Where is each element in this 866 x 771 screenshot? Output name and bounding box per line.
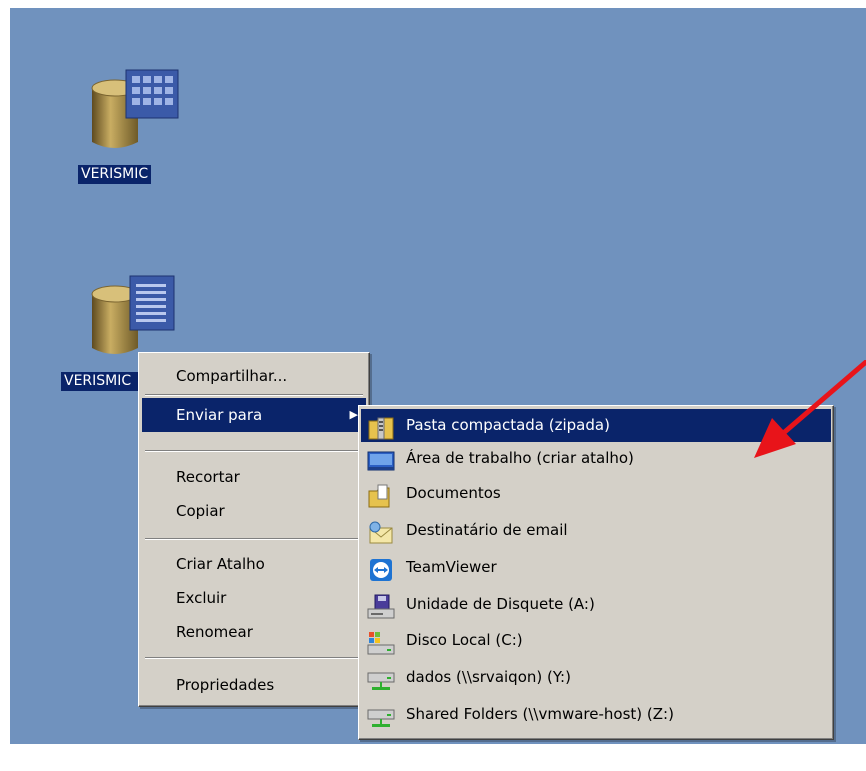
submenu-item-network-drive-z[interactable]: Shared Folders (\\vmware-host) (Z:) — [361, 698, 831, 731]
menu-separator — [145, 450, 363, 452]
network-drive-icon — [367, 709, 395, 727]
menu-separator — [145, 657, 363, 659]
menu-item-renomear[interactable]: Renomear — [176, 617, 366, 647]
submenu-item-label: Unidade de Disquete (A:) — [406, 595, 595, 613]
submenu-item-label: Documentos — [406, 484, 501, 502]
menu-item-propriedades[interactable]: Propriedades — [176, 670, 366, 700]
submenu-arrow-icon: ▶ — [349, 408, 358, 421]
menu-item-copiar[interactable]: Copiar — [176, 496, 366, 526]
menu-item-enviar-para[interactable]: Enviar para ▶ — [142, 398, 366, 432]
local-disk-icon — [367, 632, 395, 655]
submenu-item-mail-recipient[interactable]: Destinatário de email — [361, 514, 831, 547]
annotation-arrow-icon — [754, 360, 866, 458]
submenu-item-label: Área de trabalho (criar atalho) — [406, 449, 634, 467]
submenu-item-label: Disco Local (C:) — [406, 631, 523, 649]
submenu-item-teamviewer[interactable]: TeamViewer — [361, 551, 831, 584]
submenu-item-local-disk[interactable]: Disco Local (C:) — [361, 624, 831, 657]
documents-folder-icon — [368, 484, 390, 508]
menu-item-excluir[interactable]: Excluir — [176, 583, 366, 613]
menu-item-recortar[interactable]: Recortar — [176, 462, 366, 492]
context-menu: Compartilhar... Enviar para ▶ Recortar C… — [138, 352, 370, 707]
desktop-icon — [367, 451, 395, 471]
desktop-icon-label[interactable]: VERISMIC — [78, 165, 152, 184]
floppy-drive-icon — [367, 594, 395, 619]
menu-separator — [145, 394, 363, 396]
network-drive-icon — [367, 672, 395, 690]
submenu-item-label: Destinatário de email — [406, 521, 568, 539]
submenu-item-documents[interactable]: Documentos — [361, 477, 831, 510]
submenu-item-label: Pasta compactada (zipada) — [406, 416, 610, 434]
menu-item-compartilhar[interactable]: Compartilhar... — [176, 361, 366, 391]
menu-item-label: Enviar para — [176, 406, 263, 424]
submenu-item-label: dados (\\srvaiqon) (Y:) — [406, 668, 571, 686]
submenu-item-label: TeamViewer — [406, 558, 497, 576]
database-grid-icon[interactable] — [86, 66, 186, 164]
desktop-icon-label[interactable]: VERISMIC — [61, 372, 145, 391]
database-document-icon[interactable] — [86, 272, 186, 360]
zip-folder-icon — [368, 417, 394, 440]
menu-separator — [145, 538, 363, 540]
mail-icon — [369, 521, 393, 544]
submenu-item-label: Shared Folders (\\vmware-host) (Z:) — [406, 705, 674, 723]
teamviewer-icon — [370, 559, 392, 581]
menu-item-criar-atalho[interactable]: Criar Atalho — [176, 549, 366, 579]
submenu-item-floppy-drive[interactable]: Unidade de Disquete (A:) — [361, 588, 831, 621]
submenu-item-network-drive-y[interactable]: dados (\\srvaiqon) (Y:) — [361, 661, 831, 694]
